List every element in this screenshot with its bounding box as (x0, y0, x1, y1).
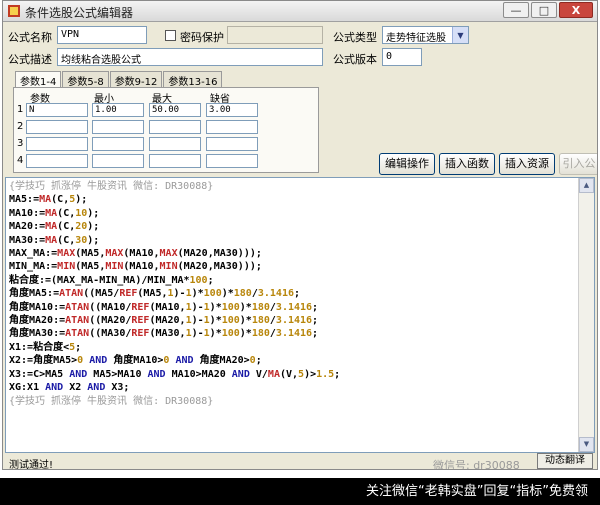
formula-name-input[interactable]: VPN (57, 26, 147, 44)
formula-desc-input[interactable]: 均线粘合选股公式 (57, 48, 323, 66)
param-min-cell[interactable] (92, 137, 144, 151)
tab-params-9-12[interactable]: 参数9-12 (109, 71, 163, 88)
param-name-cell[interactable] (26, 137, 88, 151)
param-min-cell[interactable] (92, 154, 144, 168)
param-max-cell[interactable] (149, 120, 201, 134)
formula-type-label: 公式类型 (333, 31, 377, 44)
param-table: 参数 最小 最大 缺省 1 N 1.00 50.00 3.00 2 3 4 (13, 87, 319, 173)
close-button[interactable]: X (559, 2, 593, 18)
editor-scrollbar[interactable]: ▲ ▼ (578, 178, 594, 452)
password-checkbox[interactable] (165, 30, 176, 41)
password-label: 密码保护 (180, 31, 224, 44)
status-message: 测试通过! (9, 460, 54, 470)
param-min-cell[interactable]: 1.00 (92, 103, 144, 117)
promo-banner: 关注微信“老韩实盘”回复“指标”免费领 (0, 478, 600, 505)
param-name-cell[interactable] (26, 120, 88, 134)
param-default-cell[interactable] (206, 120, 258, 134)
formula-editor-window: 条件选股公式编辑器 — □ X 公式名称 VPN 密码保护 公式类型 走势特征选… (2, 0, 598, 470)
param-default-cell[interactable] (206, 137, 258, 151)
row-number: 4 (17, 155, 24, 166)
code-editor[interactable]: {学技巧 抓涨停 牛股资讯 微信: DR30088} MA5:=MA(C,5);… (5, 177, 595, 453)
insert-function-button[interactable]: 插入函数 (439, 153, 495, 175)
param-name-cell[interactable]: N (26, 103, 88, 117)
window-title: 条件选股公式编辑器 (25, 6, 134, 20)
formula-desc-label: 公式描述 (8, 53, 52, 66)
row-number: 3 (17, 138, 24, 149)
app-icon (8, 5, 20, 17)
scroll-up-icon[interactable]: ▲ (579, 178, 594, 193)
param-tabs: 参数1-4 参数5-8 参数9-12 参数13-16 (15, 71, 223, 88)
param-max-cell[interactable] (149, 137, 201, 151)
row-number: 1 (17, 104, 24, 115)
watermark: 微信号: dr30088 (433, 459, 520, 470)
formula-version-input[interactable]: 0 (382, 48, 422, 66)
import-formula-button[interactable]: 引入公 (559, 153, 597, 175)
param-default-cell[interactable]: 3.00 (206, 103, 258, 117)
param-default-cell[interactable] (206, 154, 258, 168)
formula-name-label: 公式名称 (8, 31, 52, 44)
scroll-down-icon[interactable]: ▼ (579, 437, 594, 452)
formula-code[interactable]: {学技巧 抓涨停 牛股资讯 微信: DR30088} MA5:=MA(C,5);… (9, 180, 340, 408)
maximize-button[interactable]: □ (531, 2, 557, 18)
param-max-cell[interactable] (149, 154, 201, 168)
title-bar[interactable]: 条件选股公式编辑器 — □ X (3, 1, 597, 22)
dynamic-translate-button[interactable]: 动态翻译 (537, 453, 593, 469)
tab-params-13-16[interactable]: 参数13-16 (163, 71, 223, 88)
formula-type-select[interactable]: 走势特征选股 ▼ (382, 26, 469, 44)
formula-version-label: 公式版本 (333, 53, 377, 66)
param-max-cell[interactable]: 50.00 (149, 103, 201, 117)
tab-params-5-8[interactable]: 参数5-8 (62, 71, 109, 88)
param-min-cell[interactable] (92, 120, 144, 134)
minimize-button[interactable]: — (503, 2, 529, 18)
formula-type-value: 走势特征选股 (386, 33, 446, 44)
insert-resource-button[interactable]: 插入资源 (499, 153, 555, 175)
chevron-down-icon[interactable]: ▼ (452, 27, 468, 43)
password-input[interactable] (227, 26, 323, 44)
edit-operation-button[interactable]: 编辑操作 (379, 153, 435, 175)
row-number: 2 (17, 121, 24, 132)
tab-params-1-4[interactable]: 参数1-4 (15, 71, 62, 88)
param-name-cell[interactable] (26, 154, 88, 168)
